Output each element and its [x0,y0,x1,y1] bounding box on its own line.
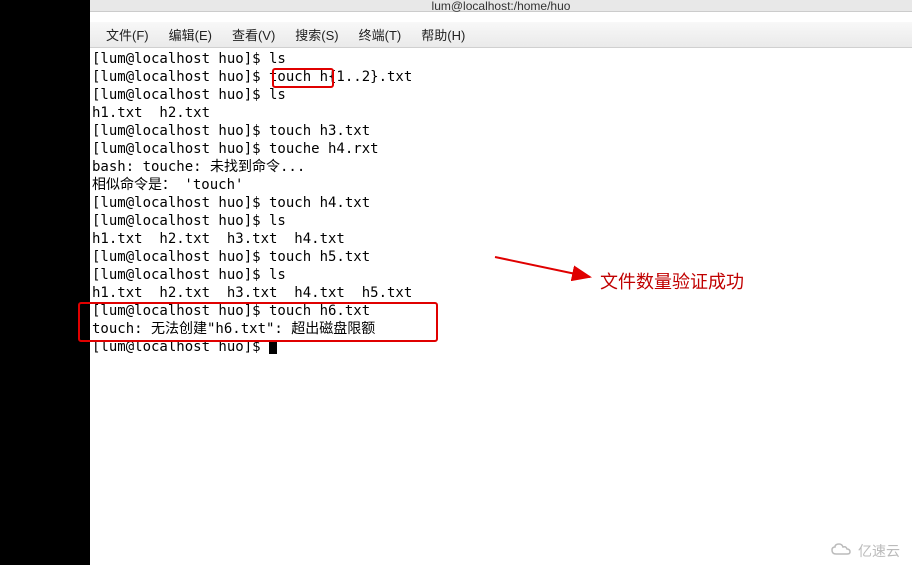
terminal-line: [lum@localhost huo]$ ls [92,213,286,229]
menu-terminal[interactable]: 终端(T) [349,25,412,44]
terminal-cursor [269,340,277,354]
left-black-panel [0,0,90,565]
terminal-line: h1.txt h2.txt h3.txt h4.txt [92,231,345,247]
terminal-window: lum@localhost:/home/huo 文件(F) 编辑(E) 查看(V… [90,0,912,565]
menu-help[interactable]: 帮助(H) [411,25,475,44]
menu-view[interactable]: 查看(V) [222,25,285,44]
terminal-line: h1.txt h2.txt h3.txt h4.txt h5.txt [92,285,412,301]
terminal-line: [lum@localhost huo]$ touch h{1..2}.txt [92,69,412,85]
terminal-line: [lum@localhost huo]$ touch h4.txt [92,195,370,211]
terminal-line: [lum@localhost huo]$ touch h3.txt [92,123,370,139]
menu-file[interactable]: 文件(F) [96,25,159,44]
menu-search[interactable]: 搜索(S) [285,25,348,44]
menu-edit[interactable]: 编辑(E) [159,25,222,44]
terminal-line: bash: touche: 未找到命令... [92,159,305,175]
terminal-line: h1.txt h2.txt [92,105,210,121]
terminal-line: [lum@localhost huo]$ ls [92,51,286,67]
watermark-text: 亿速云 [858,541,900,561]
watermark: 亿速云 [830,541,900,561]
cloud-icon [830,542,854,561]
terminal-line: [lum@localhost huo]$ touch h6.txt [92,303,370,319]
terminal-line: touch: 无法创建"h6.txt": 超出磁盘限额 [92,321,375,337]
terminal-line: [lum@localhost huo]$ touch h5.txt [92,249,370,265]
terminal-line: [lum@localhost huo]$ [92,339,269,355]
terminal-line: [lum@localhost huo]$ ls [92,87,286,103]
menu-bar: 文件(F) 编辑(E) 查看(V) 搜索(S) 终端(T) 帮助(H) [90,22,912,48]
window-title: lum@localhost:/home/huo [432,0,571,13]
terminal-line: 相似命令是： 'touch' [92,177,243,193]
window-title-bar: lum@localhost:/home/huo [90,0,912,12]
terminal-line: [lum@localhost huo]$ touche h4.rxt [92,141,379,157]
terminal-line: [lum@localhost huo]$ ls [92,267,286,283]
terminal-output[interactable]: [lum@localhost huo]$ ls [lum@localhost h… [90,48,912,358]
